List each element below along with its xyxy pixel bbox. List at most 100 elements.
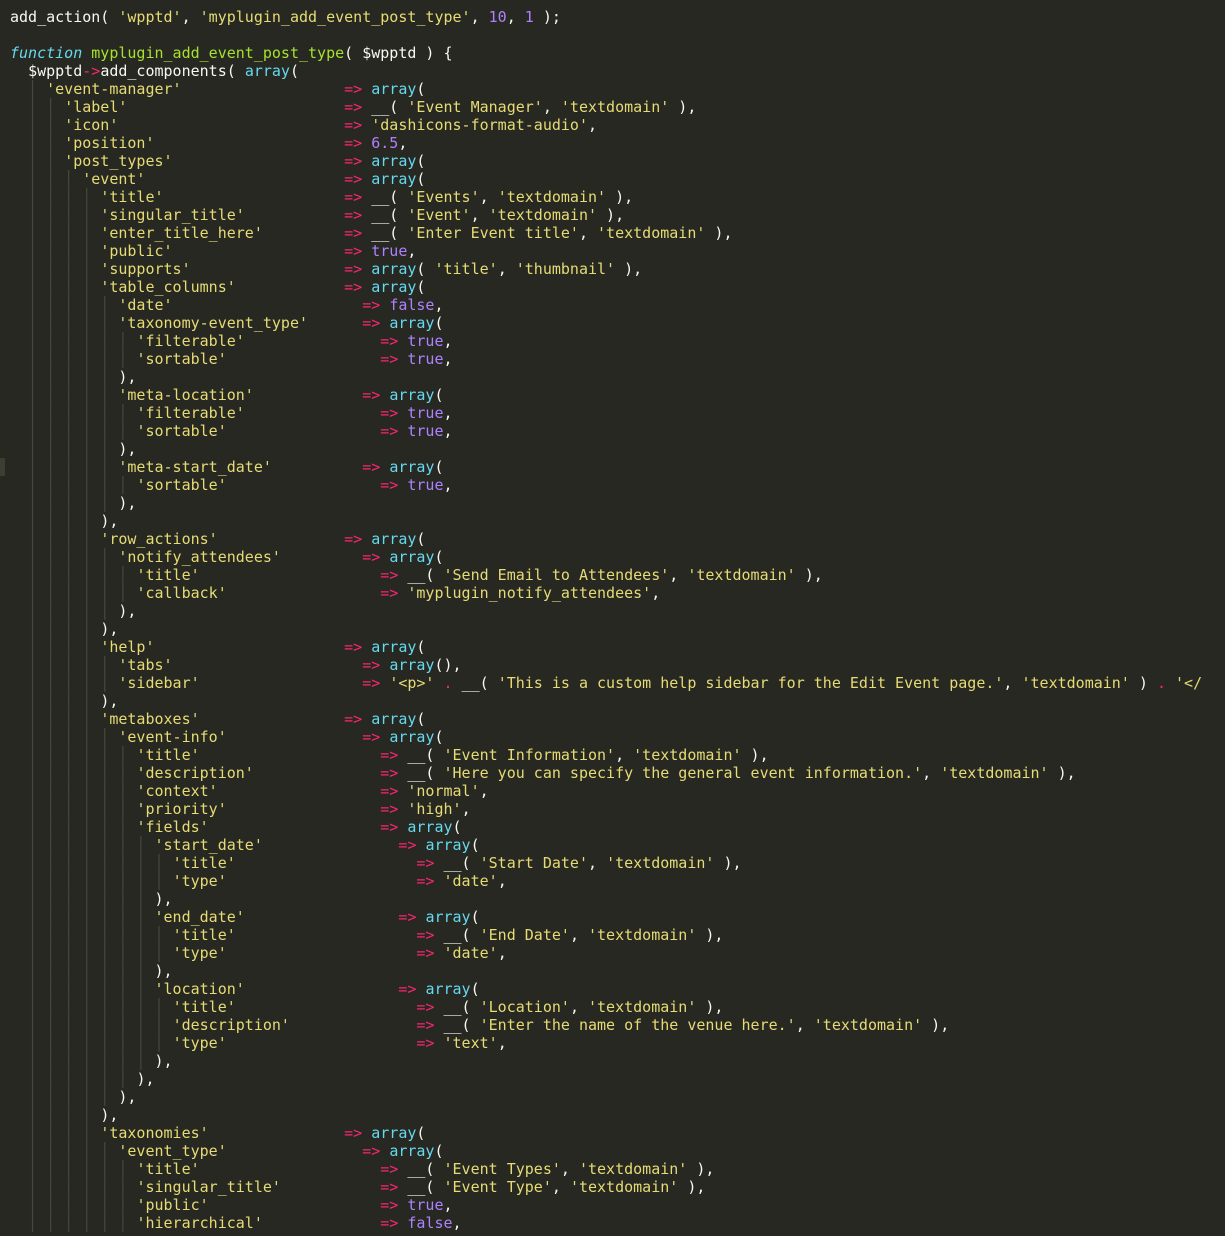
indent-guide: │ │ │ │ │ bbox=[10, 656, 119, 674]
function-call: array bbox=[371, 710, 417, 728]
code-line[interactable]: │ │ │ │ │ │ │ │ 'type' => 'text', bbox=[10, 1034, 1202, 1052]
code-line[interactable]: │ │ │ │ │ │ │ 'location' => array( bbox=[10, 980, 1202, 998]
code-line[interactable]: │ │ │ │ │ 'notify_attendees' => array( bbox=[10, 548, 1202, 566]
code-line[interactable]: │ │ │ │ 'metaboxes' => array( bbox=[10, 710, 1202, 728]
string-literal: '</ bbox=[1175, 674, 1203, 692]
operator: . bbox=[1156, 674, 1166, 692]
string-literal: 'title' bbox=[172, 854, 236, 872]
code-line[interactable]: │ │ │ │ │ │ 'sortable' => true, bbox=[10, 422, 1202, 440]
code-line[interactable]: │ │ │ │ │ 'date' => false, bbox=[10, 296, 1202, 314]
code-line[interactable]: │ │ 'position' => 6.5, bbox=[10, 134, 1202, 152]
indent-guide: │ │ │ │ │ │ │ │ bbox=[10, 926, 173, 944]
code-line[interactable]: │ │ │ │ │ ), bbox=[10, 368, 1202, 386]
code-line[interactable]: │ │ │ │ │ ), bbox=[10, 494, 1202, 512]
code-line[interactable]: │ │ │ │ 'taxonomies' => array( bbox=[10, 1124, 1202, 1142]
code-line[interactable]: │ │ │ │ ), bbox=[10, 1106, 1202, 1124]
code-line[interactable] bbox=[10, 26, 1202, 44]
code-line[interactable]: │ │ │ │ │ ), bbox=[10, 440, 1202, 458]
code-line[interactable]: │ │ │ │ │ │ │ │ 'title' => __( 'Start Da… bbox=[10, 854, 1202, 872]
code-line[interactable]: │ │ │ 'event' => array( bbox=[10, 170, 1202, 188]
code-line[interactable]: │ │ │ │ │ ), bbox=[10, 602, 1202, 620]
code-line[interactable]: │ │ │ │ │ 'meta-start_date' => array( bbox=[10, 458, 1202, 476]
string-literal: 'text' bbox=[443, 1034, 498, 1052]
code-line[interactable]: │ │ │ │ │ │ 'title' => __( 'Event Types'… bbox=[10, 1160, 1202, 1178]
code-line[interactable]: │ │ │ │ 'singular_title' => __( 'Event',… bbox=[10, 206, 1202, 224]
operator: => bbox=[362, 314, 381, 332]
code-line[interactable]: │ │ │ │ │ │ 'fields' => array( bbox=[10, 818, 1202, 836]
string-literal: 'date' bbox=[443, 872, 498, 890]
code-line[interactable]: │ │ │ │ │ │ │ 'start_date' => array( bbox=[10, 836, 1202, 854]
indent-guide: │ │ │ │ │ bbox=[10, 674, 119, 692]
code-line[interactable]: │ │ │ │ │ │ 'title' => __( 'Send Email t… bbox=[10, 566, 1202, 584]
code-line[interactable]: │ │ │ │ │ │ │ ), bbox=[10, 962, 1202, 980]
code-line[interactable]: │ │ │ │ 'help' => array( bbox=[10, 638, 1202, 656]
code-line[interactable]: │ │ │ │ 'public' => true, bbox=[10, 242, 1202, 260]
code-line[interactable]: │ │ │ │ │ │ 'title' => __( 'Event Inform… bbox=[10, 746, 1202, 764]
string-literal: 'title' bbox=[136, 746, 200, 764]
code-line[interactable]: │ │ │ │ │ │ 'singular_title' => __( 'Eve… bbox=[10, 1178, 1202, 1196]
code-line[interactable]: │ │ │ │ │ │ │ 'end_date' => array( bbox=[10, 908, 1202, 926]
code-line[interactable]: │ │ │ │ │ 'taxonomy-event_type' => array… bbox=[10, 314, 1202, 332]
code-line[interactable]: │ │ │ │ 'table_columns' => array( bbox=[10, 278, 1202, 296]
code-line[interactable]: │ │ │ │ │ 'meta-location' => array( bbox=[10, 386, 1202, 404]
code-line[interactable]: │ │ │ │ │ │ 'priority' => 'high', bbox=[10, 800, 1202, 818]
code-line[interactable]: │ │ │ │ ), bbox=[10, 620, 1202, 638]
code-line[interactable]: │ │ │ │ │ │ │ │ 'type' => 'date', bbox=[10, 944, 1202, 962]
code-line[interactable]: │ │ │ │ │ 'sidebar' => '<p>' . __( 'This… bbox=[10, 674, 1202, 692]
code-line[interactable]: │ │ │ │ 'title' => __( 'Events', 'textdo… bbox=[10, 188, 1202, 206]
string-literal: 'title' bbox=[136, 1160, 200, 1178]
code-line[interactable]: │ │ │ │ │ │ 'hierarchical' => false, bbox=[10, 1214, 1202, 1232]
code-line[interactable]: │ │ │ │ │ 'event_type' => array( bbox=[10, 1142, 1202, 1160]
code-line[interactable]: $wpptd->add_components( array( bbox=[10, 62, 1202, 80]
code-line[interactable]: │ │ │ │ │ 'event-info' => array( bbox=[10, 728, 1202, 746]
code-line[interactable]: │ │ │ │ │ │ │ ), bbox=[10, 1052, 1202, 1070]
code-line[interactable]: │ │ │ │ │ │ │ │ 'type' => 'date', bbox=[10, 872, 1202, 890]
code-line[interactable]: │ │ │ │ │ │ 'filterable' => true, bbox=[10, 404, 1202, 422]
code-line[interactable]: │ │ 'label' => __( 'Event Manager', 'tex… bbox=[10, 98, 1202, 116]
indent-guide: │ │ │ │ │ │ bbox=[10, 746, 137, 764]
function-call: array bbox=[371, 638, 417, 656]
code-line[interactable]: │ │ │ │ ), bbox=[10, 512, 1202, 530]
code-line[interactable]: │ │ │ │ 'row_actions' => array( bbox=[10, 530, 1202, 548]
code-area[interactable]: add_action( 'wpptd', 'myplugin_add_event… bbox=[10, 8, 1202, 1232]
code-text: , bbox=[497, 260, 516, 278]
code-line[interactable]: │ │ │ │ │ │ 'callback' => 'myplugin_noti… bbox=[10, 584, 1202, 602]
code-line[interactable]: │ │ │ │ │ │ 'filterable' => true, bbox=[10, 332, 1202, 350]
code-line[interactable]: │ │ │ │ │ ), bbox=[10, 1088, 1202, 1106]
code-line[interactable]: │ │ │ │ │ │ 'public' => true, bbox=[10, 1196, 1202, 1214]
code-line[interactable]: │ │ │ │ │ │ 'description' => __( 'Here y… bbox=[10, 764, 1202, 782]
constant-literal: true bbox=[371, 242, 408, 260]
code-line[interactable]: │ │ │ │ │ │ │ │ 'title' => __( 'End Date… bbox=[10, 926, 1202, 944]
code-line[interactable]: │ │ │ │ │ │ 'context' => 'normal', bbox=[10, 782, 1202, 800]
code-line[interactable]: function myplugin_add_event_post_type( $… bbox=[10, 44, 1202, 62]
code-text: ), bbox=[741, 746, 769, 764]
code-line[interactable]: │ │ 'icon' => 'dashicons-format-audio', bbox=[10, 116, 1202, 134]
code-line[interactable]: │ │ │ │ │ │ ), bbox=[10, 1070, 1202, 1088]
number-literal: 1 bbox=[524, 8, 534, 26]
code-line[interactable]: │ │ │ │ │ │ │ │ 'title' => __( 'Location… bbox=[10, 998, 1202, 1016]
code-text: (), bbox=[434, 656, 462, 674]
code-line[interactable]: │ │ │ │ │ 'tabs' => array(), bbox=[10, 656, 1202, 674]
code-line[interactable]: │ │ │ │ │ │ │ ), bbox=[10, 890, 1202, 908]
code-line[interactable]: │ │ │ │ ), bbox=[10, 692, 1202, 710]
code-line[interactable]: │ │ 'post_types' => array( bbox=[10, 152, 1202, 170]
code-editor[interactable]: add_action( 'wpptd', 'myplugin_add_event… bbox=[0, 0, 1225, 1236]
code-line[interactable]: │ │ │ │ │ │ 'sortable' => true, bbox=[10, 350, 1202, 368]
code-line[interactable]: │ │ │ │ 'enter_title_here' => __( 'Enter… bbox=[10, 224, 1202, 242]
code-line[interactable]: add_action( 'wpptd', 'myplugin_add_event… bbox=[10, 8, 1202, 26]
code-text: ( bbox=[416, 260, 435, 278]
code-line[interactable]: │ │ │ │ │ │ │ │ 'description' => __( 'En… bbox=[10, 1016, 1202, 1034]
code-line[interactable]: │ │ │ │ │ │ 'sortable' => true, bbox=[10, 476, 1202, 494]
code-text: , bbox=[651, 584, 661, 602]
code-line[interactable]: │ │ │ │ 'supports' => array( 'title', 't… bbox=[10, 260, 1202, 278]
constant-literal: false bbox=[389, 296, 435, 314]
code-line[interactable]: │ 'event-manager' => array( bbox=[10, 80, 1202, 98]
